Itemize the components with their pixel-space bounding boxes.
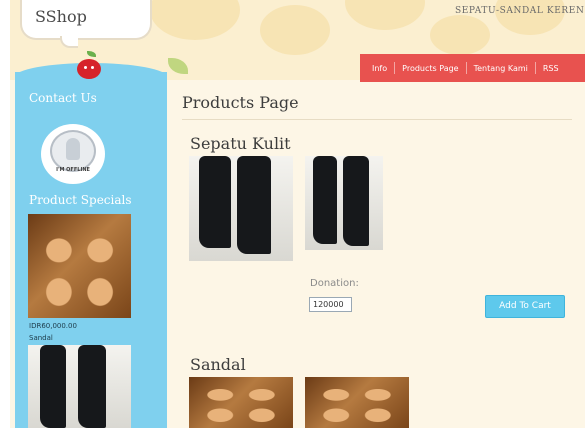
main-nav: Info Products Page Tentang Kami RSS xyxy=(360,54,585,82)
title-divider xyxy=(182,119,572,120)
person-icon xyxy=(66,138,80,160)
window-frame-left xyxy=(0,0,10,435)
product-image[interactable] xyxy=(189,156,293,261)
product-title[interactable]: Sandal xyxy=(190,355,246,374)
special-product-image[interactable] xyxy=(28,214,131,318)
site-logo-text[interactable]: SShop xyxy=(35,7,87,26)
nav-divider xyxy=(394,62,396,74)
special-product-image-2[interactable] xyxy=(28,345,131,428)
specials-heading: Product Specials xyxy=(29,193,132,207)
special-product-price: IDR60,000.00 xyxy=(29,322,77,330)
badge-ring xyxy=(50,130,96,172)
nav-divider xyxy=(465,62,467,74)
donation-label: Donation: xyxy=(310,278,359,289)
apple-logo-icon xyxy=(77,59,101,79)
nav-divider xyxy=(534,62,536,74)
add-to-cart-button[interactable]: Add To Cart xyxy=(485,295,565,318)
nav-item-tentang-kami[interactable]: Tentang Kami xyxy=(474,64,528,73)
window-frame-bottom xyxy=(0,428,585,435)
special-product-name[interactable]: Sandal xyxy=(29,334,53,342)
offline-status-label: I'M OFFLINE xyxy=(56,167,90,173)
product-image-alt[interactable] xyxy=(305,377,409,428)
product-image-alt[interactable] xyxy=(305,156,383,250)
product-image[interactable] xyxy=(189,377,293,428)
site-logo[interactable]: SShop xyxy=(20,0,152,40)
page-title: Products Page xyxy=(182,93,299,112)
nav-item-products-page[interactable]: Products Page xyxy=(402,64,458,73)
nav-item-info[interactable]: Info xyxy=(372,64,387,73)
offline-status-icon[interactable]: I'M OFFLINE xyxy=(41,124,105,184)
product-title[interactable]: Sepatu Kulit xyxy=(190,134,291,153)
contact-heading: Contact Us xyxy=(29,91,97,105)
donation-input[interactable] xyxy=(309,297,352,312)
site-tagline: SEPATU-SANDAL KEREN xyxy=(455,6,585,16)
nav-item-rss[interactable]: RSS xyxy=(543,64,559,73)
